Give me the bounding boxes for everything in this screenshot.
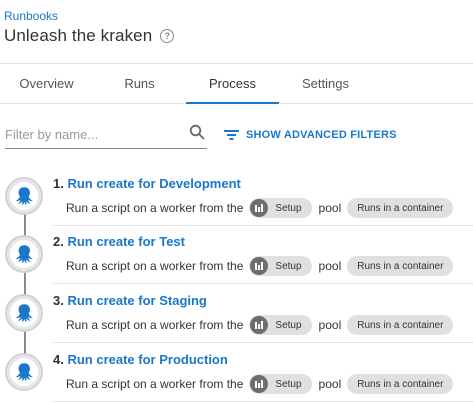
show-advanced-filters-button[interactable]: SHOW ADVANCED FILTERS bbox=[224, 129, 397, 141]
step-heading: 4. Run create for Production bbox=[53, 352, 228, 367]
worker-pool-icon bbox=[250, 199, 269, 217]
tab-overview[interactable]: Overview bbox=[0, 64, 93, 103]
title-row: Unleash the kraken ? bbox=[4, 26, 175, 46]
pool-word: pool bbox=[318, 377, 342, 391]
help-icon[interactable]: ? bbox=[160, 29, 175, 43]
step-heading: 2. Run create for Test bbox=[53, 234, 185, 249]
advanced-filters-label: SHOW ADVANCED FILTERS bbox=[246, 129, 397, 141]
step-divider bbox=[53, 283, 473, 284]
breadcrumb-runbooks[interactable]: Runbooks bbox=[4, 9, 58, 23]
step-name-link[interactable]: Run create for Test bbox=[67, 234, 185, 249]
worker-pool-name: Setup bbox=[275, 260, 302, 272]
filter-by-name-input[interactable] bbox=[5, 121, 183, 142]
worker-pool-chip[interactable]: Setup bbox=[249, 256, 312, 276]
runs-in-container-badge: Runs in a container bbox=[347, 198, 454, 218]
process-step: 1. Run create for Development Run a scri… bbox=[0, 168, 473, 226]
step-description-text: Run a script on a worker from the bbox=[66, 377, 244, 391]
runs-in-container-badge: Runs in a container bbox=[347, 374, 454, 394]
process-step: 3. Run create for Staging Run a script o… bbox=[0, 285, 473, 343]
pool-word: pool bbox=[318, 259, 342, 273]
filter-field bbox=[5, 121, 207, 149]
process-step: 2. Run create for Test Run a script on a… bbox=[0, 226, 473, 284]
pool-word: pool bbox=[318, 201, 342, 215]
step-name-link[interactable]: Run create for Staging bbox=[67, 293, 206, 308]
step-number: 3. bbox=[53, 293, 64, 308]
step-name-link[interactable]: Run create for Production bbox=[67, 352, 227, 367]
step-description-text: Run a script on a worker from the bbox=[66, 259, 244, 273]
worker-pool-name: Setup bbox=[275, 319, 302, 331]
search-icon[interactable] bbox=[189, 124, 205, 140]
step-heading: 1. Run create for Development bbox=[53, 176, 241, 191]
runs-in-container-badge: Runs in a container bbox=[347, 315, 454, 335]
step-divider bbox=[53, 342, 473, 343]
step-name-link[interactable]: Run create for Development bbox=[67, 176, 240, 191]
worker-pool-chip[interactable]: Setup bbox=[249, 315, 312, 335]
step-number: 4. bbox=[53, 352, 64, 367]
worker-pool-icon bbox=[250, 316, 269, 334]
filter-lines-icon bbox=[224, 130, 239, 140]
tab-process[interactable]: Process bbox=[186, 64, 279, 104]
step-number: 2. bbox=[53, 234, 64, 249]
process-step: 4. Run create for Production Run a scrip… bbox=[0, 344, 473, 402]
pool-word: pool bbox=[318, 318, 342, 332]
step-description-text: Run a script on a worker from the bbox=[66, 318, 244, 332]
tab-bar: Overview Runs Process Settings bbox=[0, 63, 473, 104]
step-description: Run a script on a worker from the Setup … bbox=[66, 256, 454, 276]
worker-pool-name: Setup bbox=[275, 202, 302, 214]
step-description: Run a script on a worker from the Setup … bbox=[66, 374, 454, 394]
worker-pool-icon bbox=[250, 375, 269, 393]
octopus-icon bbox=[5, 235, 43, 273]
tab-settings[interactable]: Settings bbox=[279, 64, 372, 103]
worker-pool-chip[interactable]: Setup bbox=[249, 374, 312, 394]
octopus-icon bbox=[5, 294, 43, 332]
step-heading: 3. Run create for Staging bbox=[53, 293, 207, 308]
worker-pool-name: Setup bbox=[275, 378, 302, 390]
step-number: 1. bbox=[53, 176, 64, 191]
octopus-icon bbox=[5, 177, 43, 215]
step-description: Run a script on a worker from the Setup … bbox=[66, 315, 454, 335]
step-divider bbox=[53, 401, 473, 402]
page-title: Unleash the kraken bbox=[4, 26, 153, 45]
octopus-icon bbox=[5, 353, 43, 391]
worker-pool-icon bbox=[250, 257, 269, 275]
runs-in-container-badge: Runs in a container bbox=[347, 256, 454, 276]
worker-pool-chip[interactable]: Setup bbox=[249, 198, 312, 218]
tab-runs[interactable]: Runs bbox=[93, 64, 186, 103]
step-description: Run a script on a worker from the Setup … bbox=[66, 198, 454, 218]
step-description-text: Run a script on a worker from the bbox=[66, 201, 244, 215]
